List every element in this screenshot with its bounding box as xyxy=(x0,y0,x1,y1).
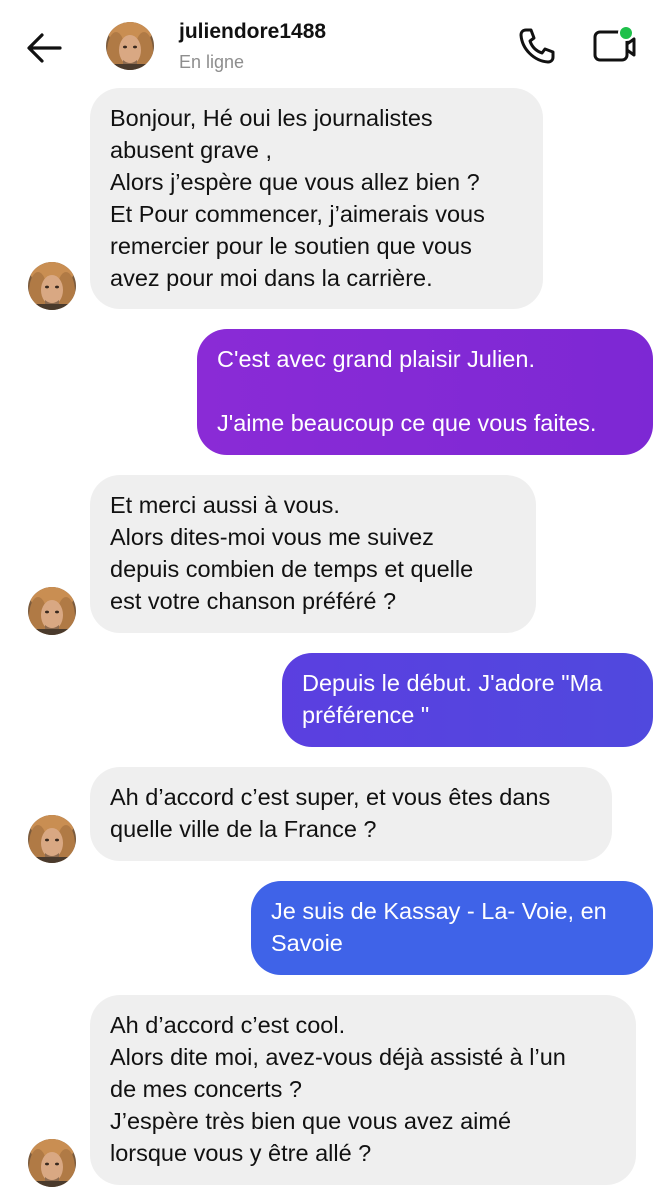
sender-avatar[interactable] xyxy=(28,1139,76,1187)
contact-status: En ligne xyxy=(179,52,245,72)
contact-username[interactable]: juliendore1488 xyxy=(179,20,326,44)
contact-avatar[interactable] xyxy=(106,22,154,70)
back-button[interactable] xyxy=(22,26,66,70)
outgoing-message[interactable]: Je suis de Kassay - La- Voie, en Savoie xyxy=(251,881,653,975)
incoming-message[interactable]: Ah d’accord c’est super, et vous êtes da… xyxy=(90,767,612,861)
sender-avatar[interactable] xyxy=(28,815,76,863)
video-call-icon xyxy=(593,25,636,62)
phone-icon xyxy=(519,28,555,64)
chat-header: juliendore1488 En ligne xyxy=(0,0,666,90)
back-arrow-icon xyxy=(27,33,62,63)
outgoing-message[interactable]: C'est avec grand plaisir Julien. J'aime … xyxy=(197,329,653,455)
online-indicator-dot xyxy=(618,25,634,41)
sender-avatar[interactable] xyxy=(28,587,76,635)
incoming-message[interactable]: Bonjour, Hé oui les journalistes abusent… xyxy=(90,88,543,309)
outgoing-message[interactable]: Depuis le début. J'adore "Ma préférence … xyxy=(282,653,653,747)
incoming-message[interactable]: Ah d’accord c’est cool. Alors dite moi, … xyxy=(90,995,636,1185)
sender-avatar[interactable] xyxy=(28,262,76,310)
voice-call-button[interactable] xyxy=(514,24,558,68)
incoming-message[interactable]: Et merci aussi à vous. Alors dites-moi v… xyxy=(90,475,536,633)
video-call-button[interactable] xyxy=(590,22,640,70)
